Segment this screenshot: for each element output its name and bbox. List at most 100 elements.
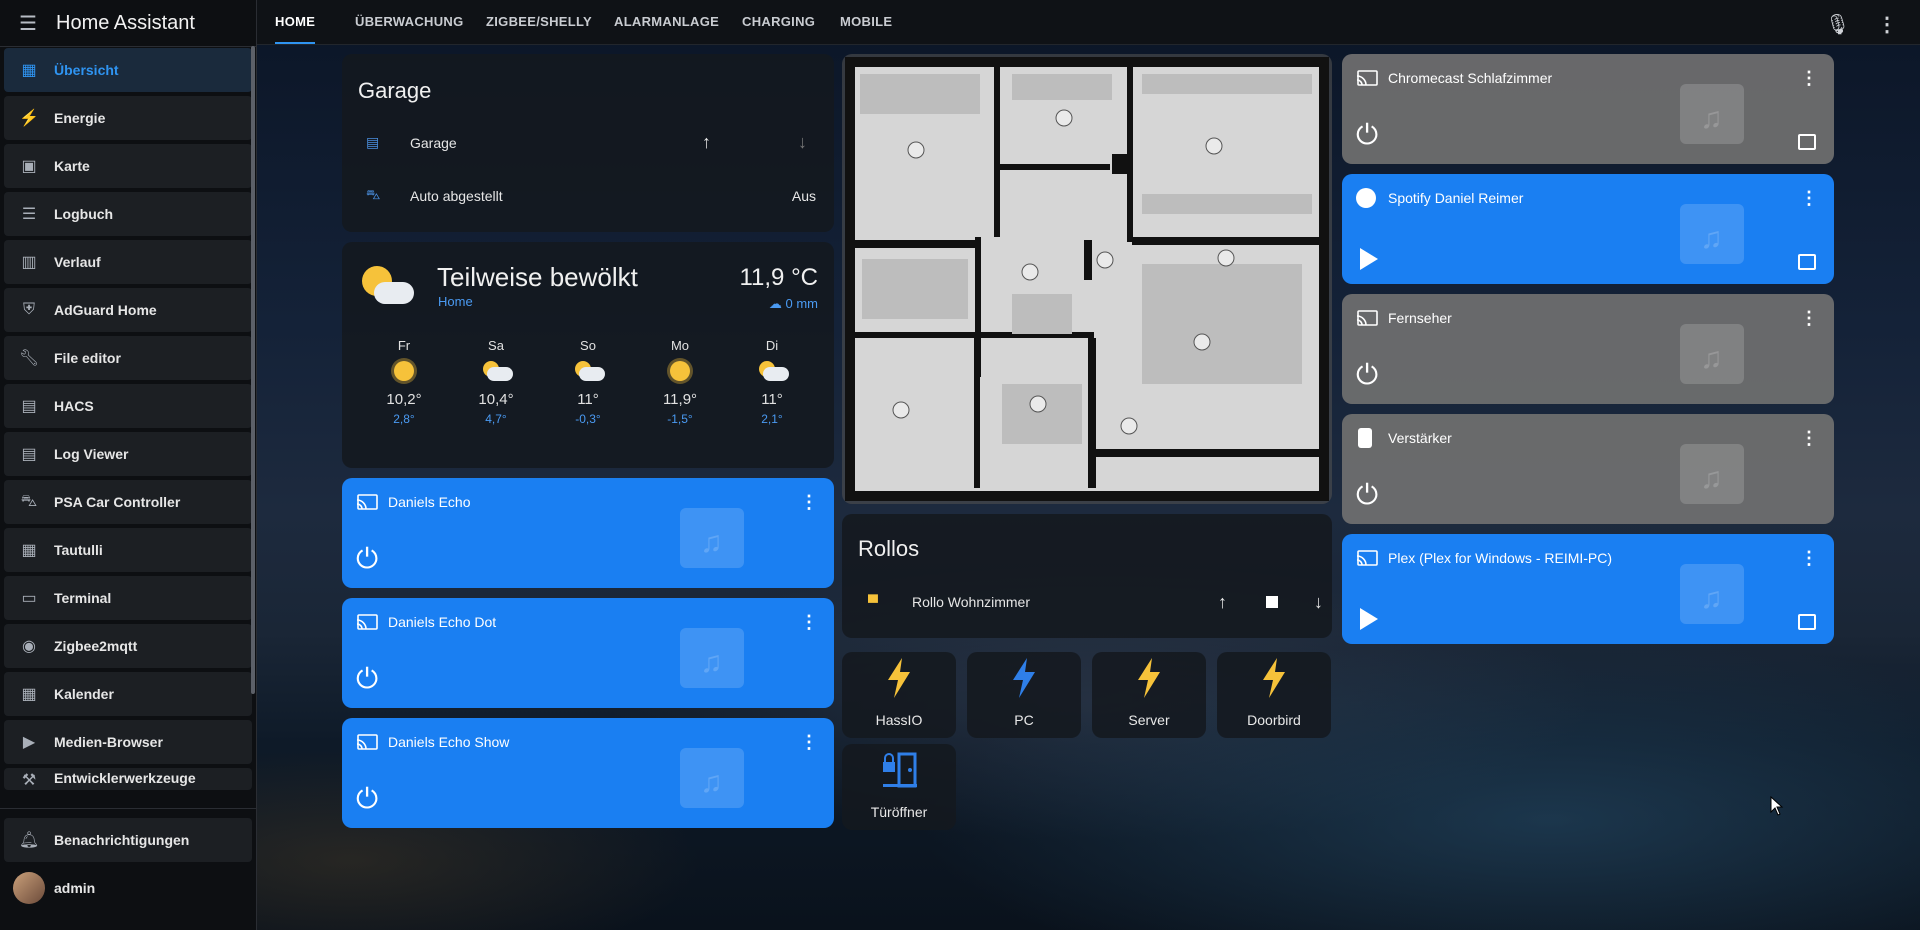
play-icon[interactable]: [1360, 248, 1378, 270]
play-icon[interactable]: [1360, 608, 1378, 630]
garage-row[interactable]: ▤ Garage ↑ ↓: [366, 132, 816, 153]
sidebar-item-notifications[interactable]: 🔔︎ Benachrichtigungen: [4, 818, 252, 862]
media-card[interactable]: Verstärker ⋮ ♫ ⏻: [1342, 414, 1834, 524]
rollo-row[interactable]: ▀ Rollo Wohnzimmer ↑ ↓: [868, 592, 1323, 613]
forecast-low: -1,5°: [667, 412, 693, 426]
media-card[interactable]: Chromecast Schlafzimmer ⋮ ♫ ⏻: [1342, 54, 1834, 164]
sidebar-item-energie[interactable]: ⚡ Energie: [4, 96, 252, 140]
tab-charging[interactable]: CHARGING: [742, 0, 815, 44]
power-icon[interactable]: ⏻: [356, 663, 378, 696]
floorplan-card[interactable]: [842, 54, 1332, 504]
sidebar-scrollbar[interactable]: [251, 46, 255, 694]
arrow-up-icon[interactable]: ↑: [1218, 592, 1227, 613]
cast-icon: [1356, 550, 1378, 566]
sidebar-item-verlauf[interactable]: ▥ Verlauf: [4, 240, 252, 284]
sidebar-item-label: AdGuard Home: [54, 302, 157, 318]
sidebar-item-zigbee2mqtt[interactable]: ◉ Zigbee2mqtt: [4, 624, 252, 668]
sidebar-item-medien-browser[interactable]: ▶ Medien-Browser: [4, 720, 252, 764]
more-vert-icon[interactable]: ⋮: [1800, 188, 1818, 209]
arrow-down-icon[interactable]: ↓: [798, 132, 807, 153]
media-card[interactable]: Daniels Echo Dot ⋮ ♫ ⏻: [342, 598, 834, 708]
lightning-icon: [1138, 658, 1160, 698]
forecast-day: Mo 11,9° -1,5°: [650, 338, 710, 426]
queue-icon[interactable]: [1798, 254, 1816, 270]
button-label: Server: [1128, 712, 1170, 728]
media-placeholder-icon: ♫: [1680, 564, 1744, 624]
sidebar-item-kalender[interactable]: ▦ Kalender: [4, 672, 252, 716]
sidebar-item-terminal[interactable]: ▭ Terminal: [4, 576, 252, 620]
media-name: Daniels Echo Show: [388, 734, 510, 750]
power-icon[interactable]: ⏻: [356, 783, 378, 816]
sidebar-item-tautulli[interactable]: ▦ Tautulli: [4, 528, 252, 572]
sidebar-item-entwicklerwerkzeuge[interactable]: ⚒ Entwicklerwerkzeuge: [4, 768, 252, 790]
button-pc[interactable]: PC: [967, 652, 1081, 738]
sidebar-item-user[interactable]: admin: [4, 866, 252, 910]
media-card[interactable]: Daniels Echo Show ⋮ ♫ ⏻: [342, 718, 834, 828]
dashboard-icon: ▦: [21, 62, 37, 79]
media-card[interactable]: Spotify Daniel Reimer ⋮ ♫: [1342, 174, 1834, 284]
sidebar-item-label: Benachrichtigungen: [54, 832, 190, 848]
power-icon[interactable]: ⏻: [1356, 119, 1378, 152]
forecast-icon-wrap: [742, 353, 802, 385]
auto-row[interactable]: ⛍ Auto abgestellt Aus: [366, 186, 816, 205]
avatar-wrap: [4, 872, 54, 904]
power-icon[interactable]: ⏻: [356, 543, 378, 576]
sidebar-item-karte[interactable]: ▣ Karte: [4, 144, 252, 188]
arrow-down-icon[interactable]: ↓: [1314, 592, 1323, 613]
microphone-icon[interactable]: 🎙︎: [1825, 12, 1850, 37]
queue-icon[interactable]: [1798, 614, 1816, 630]
cast-icon: [1356, 310, 1378, 326]
forecast-high: 10,4°: [478, 391, 514, 408]
sidebar-item-logbuch[interactable]: ☰ Logbuch: [4, 192, 252, 236]
media-placeholder-icon: ♫: [1680, 324, 1744, 384]
button-hassio[interactable]: HassIO: [842, 652, 956, 738]
media-card[interactable]: Fernseher ⋮ ♫ ⏻: [1342, 294, 1834, 404]
sidebar-item-file-editor[interactable]: 🔧︎ File editor: [4, 336, 252, 380]
forecast-day-name: Di: [765, 338, 779, 353]
forecast-day: Di 11° 2,1°: [742, 338, 802, 426]
button-label: Türöffner: [870, 804, 928, 820]
media-card[interactable]: Daniels Echo ⋮ ♫ ⏻: [342, 478, 834, 588]
sidebar-item-hacs[interactable]: ▤ HACS: [4, 384, 252, 428]
tab-ueberwachung[interactable]: ÜBERWACHUNG: [355, 0, 464, 44]
power-icon[interactable]: ⏻: [1356, 359, 1378, 392]
button-tueroeffner[interactable]: Türöffner: [842, 744, 956, 830]
button-doorbird[interactable]: Doorbird: [1217, 652, 1331, 738]
media-name: Daniels Echo: [388, 494, 471, 510]
media-name: Spotify Daniel Reimer: [1388, 190, 1524, 206]
arrow-up-icon[interactable]: ↑: [702, 132, 711, 153]
more-vert-icon[interactable]: ⋮: [800, 492, 818, 513]
more-vert-icon[interactable]: ⋮: [1877, 12, 1897, 37]
blinds-icon: ▀: [868, 594, 878, 610]
music-note-icon: ♫: [1700, 102, 1723, 135]
spotify-icon: [1356, 188, 1376, 208]
more-vert-icon[interactable]: ⋮: [1800, 308, 1818, 329]
queue-icon[interactable]: [1798, 134, 1816, 150]
button-server[interactable]: Server: [1092, 652, 1206, 738]
speaker-icon: [1358, 428, 1372, 448]
tab-mobile[interactable]: MOBILE: [840, 0, 892, 44]
cast-icon: [1356, 70, 1378, 86]
weather-card[interactable]: Teilweise bewölkt Home 11,9 °C ☁︎ 0 mm F…: [342, 242, 834, 468]
sidebar-item-psa-car[interactable]: ⛍ PSA Car Controller: [4, 480, 252, 524]
more-vert-icon[interactable]: ⋮: [1800, 548, 1818, 569]
tab-alarmanlage[interactable]: ALARMANLAGE: [614, 0, 719, 44]
more-vert-icon[interactable]: ⋮: [1800, 68, 1818, 89]
more-vert-icon[interactable]: ⋮: [800, 732, 818, 753]
weather-precipitation-value: 0 mm: [785, 296, 819, 311]
sidebar-item-uebersicht[interactable]: ▦ Übersicht: [4, 48, 252, 92]
tab-home[interactable]: HOME: [275, 0, 316, 44]
sidebar-item-adguard[interactable]: ⛨ AdGuard Home: [4, 288, 252, 332]
menu-icon[interactable]: ☰: [0, 11, 56, 36]
media-card[interactable]: Plex (Plex for Windows - REIMI-PC) ⋮ ♫: [1342, 534, 1834, 644]
media-name: Fernseher: [1388, 310, 1452, 326]
power-icon[interactable]: ⏻: [1356, 479, 1378, 512]
more-vert-icon[interactable]: ⋮: [800, 612, 818, 633]
sidebar-item-label: HACS: [54, 398, 94, 414]
music-note-icon: ♫: [700, 646, 723, 679]
compass-icon: ◉: [22, 638, 36, 655]
tab-zigbee-shelly[interactable]: ZIGBEE/SHELLY: [486, 0, 592, 44]
sidebar-item-log-viewer[interactable]: ▤ Log Viewer: [4, 432, 252, 476]
more-vert-icon[interactable]: ⋮: [1800, 428, 1818, 449]
stop-icon[interactable]: [1266, 596, 1278, 608]
